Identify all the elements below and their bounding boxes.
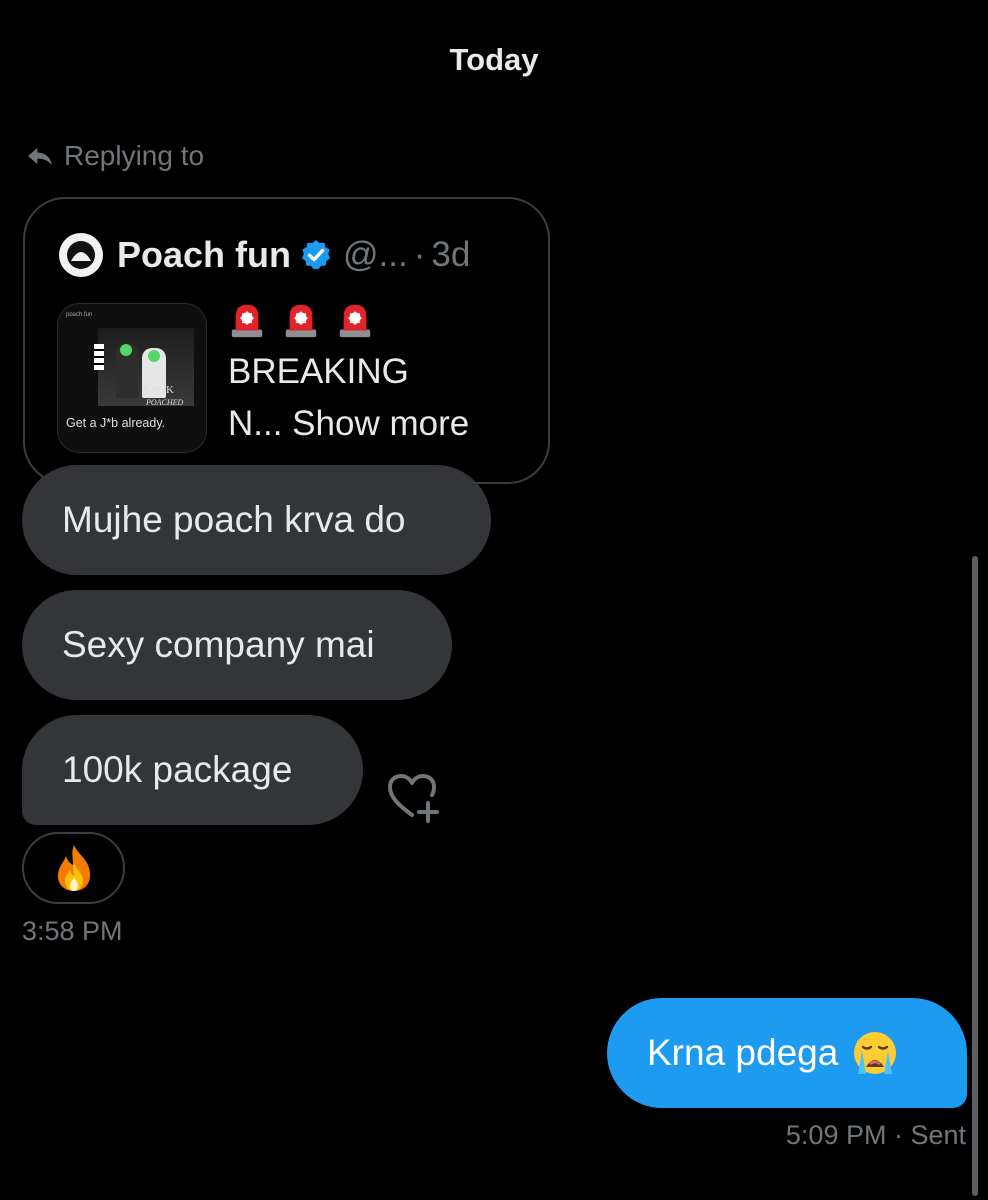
- siren-emoji-row: [228, 294, 528, 346]
- police-light-icon: [339, 304, 371, 338]
- incoming-message[interactable]: Sexy company mai: [22, 590, 452, 700]
- message-text: Mujhe poach krva do: [62, 499, 406, 540]
- quoted-author-name[interactable]: Poach fun: [117, 234, 291, 276]
- reply-arrow-icon: [28, 148, 52, 166]
- scrollbar[interactable]: [972, 556, 978, 1196]
- message-text: 100k package: [62, 749, 293, 790]
- quoted-post-header: Poach fun @... · 3d: [59, 233, 470, 277]
- police-light-icon: [285, 304, 317, 338]
- outgoing-status: 5:09 PM · Sent: [785, 1120, 966, 1150]
- message-text: Krna pdega: [647, 1032, 839, 1073]
- quoted-author-handle: @...: [343, 235, 408, 274]
- incoming-message[interactable]: Mujhe poach krva do: [22, 465, 491, 575]
- thumbnail-brand: poach.fun: [66, 312, 93, 318]
- quoted-post-card[interactable]: Poach fun @... · 3d poach.fun $203K POAC…: [23, 197, 550, 484]
- quoted-text-line: BREAKING: [228, 352, 409, 391]
- quoted-post-thumbnail[interactable]: poach.fun $203K POACHED Get a J*b alread…: [57, 303, 207, 453]
- poach-logo-icon: [67, 241, 95, 269]
- incoming-timestamp: 3:58 PM: [22, 916, 123, 946]
- outgoing-message[interactable]: Krna pdega: [607, 998, 967, 1108]
- date-header: Today: [449, 42, 539, 77]
- thumbnail-face-mask: [148, 350, 160, 362]
- crying-face-emoji-icon: [854, 1032, 897, 1074]
- thumbnail-face-mask: [120, 344, 132, 356]
- replying-to-label: Replying to: [64, 140, 205, 171]
- police-light-icon: [231, 304, 263, 338]
- quoted-post-age: 3d: [431, 235, 471, 274]
- replying-to-indicator: Replying to: [24, 140, 204, 172]
- incoming-message[interactable]: 100k package: [22, 715, 363, 825]
- thumbnail-caption: POACHED: [146, 398, 184, 407]
- quoted-text-show-more[interactable]: N... Show more: [228, 398, 528, 450]
- message-text: Sexy company mai: [62, 624, 375, 665]
- quoted-author-avatar[interactable]: [59, 233, 103, 277]
- fire-emoji-icon: [57, 845, 90, 891]
- thumbnail-amount: $203K: [144, 384, 174, 396]
- thumbnail-tagline: Get a J*b already.: [66, 416, 166, 430]
- add-reaction-heart-icon[interactable]: [386, 771, 442, 823]
- verified-badge-icon: [301, 240, 331, 270]
- thumbnail-qr-mark: [94, 344, 104, 370]
- separator-dot: ·: [413, 235, 426, 274]
- reaction-pill[interactable]: [22, 832, 125, 904]
- quoted-post-text[interactable]: BREAKING N... Show more: [228, 294, 528, 450]
